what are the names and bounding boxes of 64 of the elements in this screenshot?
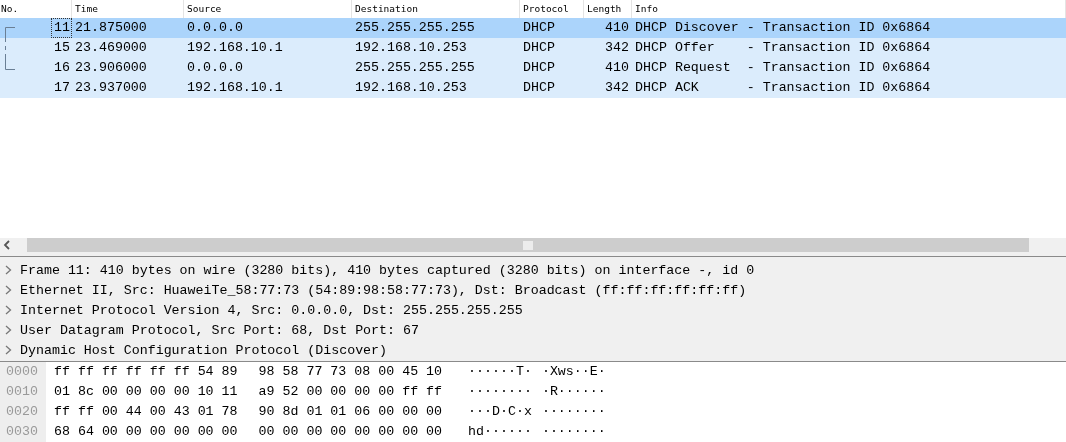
expand-chevron-icon[interactable] xyxy=(5,305,12,315)
protocol-tree-item[interactable]: Ethernet II, Src: HuaweiTe_58:77:73 (54:89:98:58:77:73), Dst: Broadcast (ff:ff:ff:ff:ff:ff) xyxy=(20,282,747,298)
table-cell-text: 410 xyxy=(604,59,630,77)
hex-bytes: 01 8c 00 00 00 00 10 11 xyxy=(54,383,238,401)
expand-chevron-icon[interactable] xyxy=(5,345,12,355)
table-cell-text: DHCP xyxy=(522,19,556,37)
table-cell-text: 342 xyxy=(604,79,630,97)
packet-row[interactable]: 15 23.469000 192.168.10.1 192.168.10.253 DHCP 342 DHCP Offer - Transaction ID 0x6864 xyxy=(0,38,1066,58)
ascii-bytes: ·R······ xyxy=(541,383,606,401)
table-cell-text: DHCP Request - Transaction ID 0x6864 xyxy=(634,59,932,77)
table-cell-text: 410 xyxy=(604,19,630,37)
scroll-left-icon[interactable] xyxy=(3,240,11,250)
expand-chevron-icon[interactable] xyxy=(5,285,12,295)
table-cell-text: DHCP ACK - Transaction ID 0x6864 xyxy=(634,79,932,97)
protocol-tree-item[interactable]: Frame 11: 410 bytes on wire (3280 bits), 410 bytes captured (3280 bits) on interface -, id 0 xyxy=(20,262,755,278)
table-cell-text: 16 xyxy=(53,59,71,77)
ascii-bytes: ········ xyxy=(468,383,532,401)
hex-bytes: a9 52 00 00 00 00 ff ff xyxy=(258,383,443,401)
ascii-bytes: hd······ xyxy=(468,423,532,441)
byte-offset: 0030 xyxy=(0,422,46,442)
table-cell-text: 23.469000 xyxy=(74,39,148,57)
ascii-bytes: ········ xyxy=(541,423,606,441)
horizontal-scrollbar[interactable] xyxy=(0,238,1066,252)
table-cell-text: 255.255.255.255 xyxy=(354,59,476,77)
table-cell-text: 192.168.10.1 xyxy=(186,79,284,97)
table-cell-text: DHCP xyxy=(522,79,556,97)
hex-bytes: 98 58 77 73 08 00 45 10 xyxy=(258,363,443,381)
table-cell-text: 21.875000 xyxy=(74,19,148,37)
hex-bytes: 90 8d 01 01 06 00 00 00 xyxy=(258,403,443,421)
expand-chevron-icon[interactable] xyxy=(5,325,12,335)
expand-chevron-icon[interactable] xyxy=(5,265,12,275)
byte-offset: 0020 xyxy=(0,402,46,422)
scroll-thumb[interactable] xyxy=(523,240,533,250)
ascii-bytes: ···D·C·x xyxy=(468,403,532,421)
protocol-tree-item[interactable]: Internet Protocol Version 4, Src: 0.0.0.0, Dst: 255.255.255.255 xyxy=(20,302,523,318)
table-cell-text: 192.168.10.1 xyxy=(186,39,284,57)
table-cell-text: 17 xyxy=(53,79,71,97)
hex-bytes: 00 00 00 00 00 00 00 00 xyxy=(258,423,443,441)
ascii-bytes: ······T· xyxy=(468,363,532,381)
byte-offset: 0000 xyxy=(0,362,46,382)
table-cell-text: DHCP xyxy=(522,59,556,77)
table-cell-text: 0.0.0.0 xyxy=(186,19,244,37)
ascii-bytes: ·Xws··E· xyxy=(541,363,606,381)
hex-bytes: 68 64 00 00 00 00 00 00 xyxy=(54,423,238,441)
hex-bytes: ff ff ff ff ff ff 54 89 xyxy=(54,363,238,381)
table-cell-text: 23.937000 xyxy=(74,79,148,97)
table-cell-text: 192.168.10.253 xyxy=(354,79,468,97)
hex-bytes: ff ff 00 44 00 43 01 78 xyxy=(54,403,238,421)
byte-offset: 0010 xyxy=(0,382,46,402)
table-cell-text: 23.906000 xyxy=(74,59,148,77)
packet-row[interactable]: 11 21.875000 0.0.0.0 255.255.255.255 DHCP 410 DHCP Discover - Transaction ID 0x6864 xyxy=(0,18,1066,38)
ascii-bytes: ········ xyxy=(541,403,606,421)
table-cell-text: 255.255.255.255 xyxy=(354,19,476,37)
table-cell-text: 0.0.0.0 xyxy=(186,59,244,77)
table-cell-text: DHCP xyxy=(522,39,556,57)
protocol-tree-item[interactable]: User Datagram Protocol, Src Port: 68, Dst Port: 67 xyxy=(20,322,419,338)
table-cell-text: 342 xyxy=(604,39,630,57)
table-cell-text: DHCP Discover - Transaction ID 0x6864 xyxy=(634,19,932,37)
packet-row[interactable]: 17 23.937000 192.168.10.1 192.168.10.253 DHCP 342 DHCP ACK - Transaction ID 0x6864 xyxy=(0,78,1066,98)
packet-row[interactable]: 16 23.906000 0.0.0.0 255.255.255.255 DHCP 410 DHCP Request - Transaction ID 0x6864 xyxy=(0,58,1066,78)
protocol-tree-item[interactable]: Dynamic Host Configuration Protocol (Discover) xyxy=(20,342,388,358)
table-cell-text: 192.168.10.253 xyxy=(354,39,468,57)
table-cell-text: 15 xyxy=(53,39,71,57)
table-cell-text: DHCP Offer - Transaction ID 0x6864 xyxy=(634,39,932,57)
